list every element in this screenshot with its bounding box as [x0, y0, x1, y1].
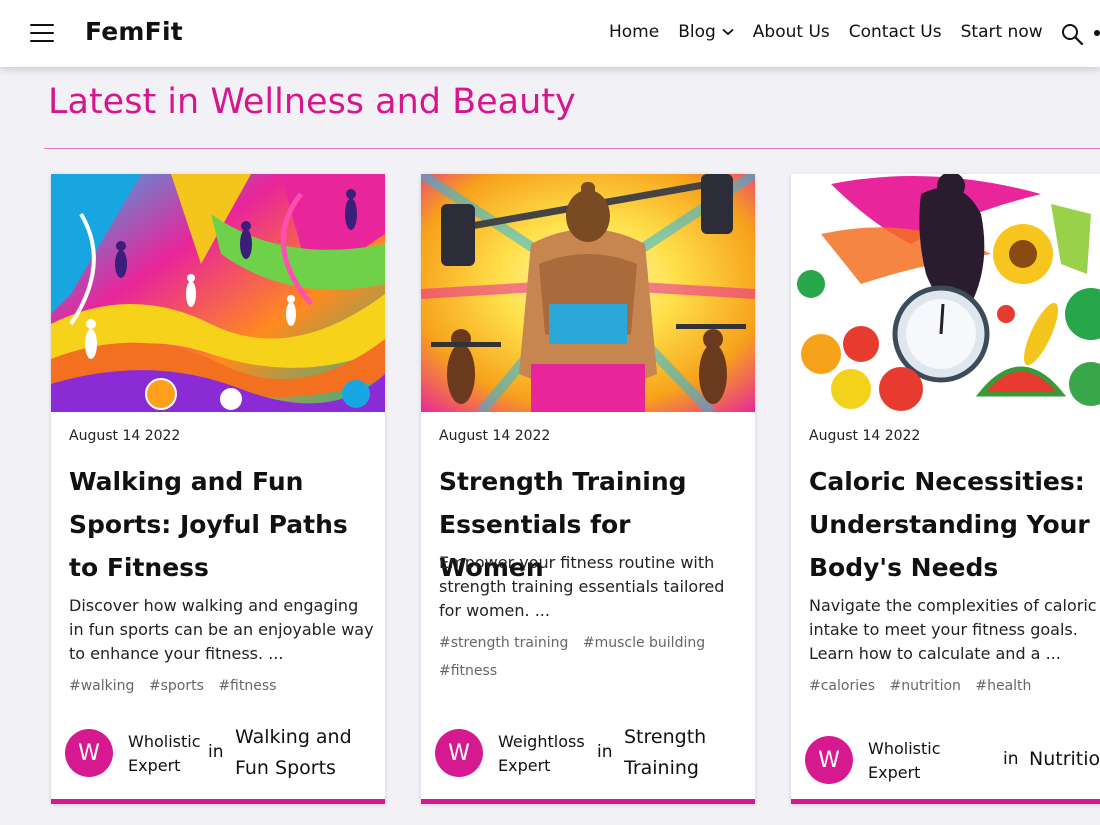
tag-health[interactable]: #health [975, 678, 1031, 694]
card-title[interactable]: Walking and Fun Sports: Joyful Paths to … [69, 460, 369, 589]
card-image-strength-training[interactable] [421, 174, 755, 412]
in-word: in [208, 742, 224, 762]
card-tags: #walking #sports #fitness [69, 672, 369, 700]
more-dot-icon[interactable] [1094, 30, 1100, 36]
in-word: in [1003, 749, 1019, 769]
nav-contact[interactable]: Contact Us [849, 22, 942, 42]
author-name[interactable]: Wholistic Expert [868, 737, 948, 785]
tag-sports[interactable]: #sports [149, 678, 204, 694]
menu-icon[interactable] [30, 22, 54, 44]
nav-about[interactable]: About Us [753, 22, 830, 42]
tag-calories[interactable]: #calories [809, 678, 875, 694]
section-title: Latest in Wellness and Beauty [48, 82, 576, 122]
card-excerpt: Navigate the complexities of caloric int… [809, 596, 1097, 663]
nav-home[interactable]: Home [609, 22, 659, 42]
nav-start-label: Start now [960, 22, 1043, 42]
card-category[interactable]: Walking and Fun Sports [235, 722, 375, 784]
card-category[interactable]: Nutrition [1029, 744, 1100, 775]
author-name[interactable]: Wholistic Expert [128, 730, 208, 778]
card-category[interactable]: Strength Training [624, 722, 734, 784]
in-word: in [597, 742, 613, 762]
card-excerpt: Empower your fitness routine with streng… [439, 553, 725, 620]
tag-muscle-building[interactable]: #muscle building [583, 635, 705, 651]
section-divider [44, 148, 1100, 149]
tag-strength-training[interactable]: #strength training [439, 635, 568, 651]
nav-start-now[interactable]: Start now [961, 22, 1043, 42]
nav-home-label: Home [609, 22, 660, 42]
main-nav: Home Blog About Us Contact Us Start now [609, 22, 1043, 42]
card-title[interactable]: Caloric Necessities: Understanding Your … [809, 460, 1099, 589]
tag-walking[interactable]: #walking [69, 678, 134, 694]
nav-about-label: About Us [752, 22, 830, 42]
card-excerpt: Discover how walking and engaging in fun… [69, 596, 374, 663]
card-tags: #strength training #muscle building #fit… [439, 629, 739, 685]
card-tags: #calories #nutrition #health [809, 672, 1100, 700]
card-image-walking-sports[interactable] [51, 174, 385, 412]
article-card-walking[interactable]: August 14 2022 Walking and Fun Sports: J… [51, 174, 385, 804]
tag-fitness[interactable]: #fitness [439, 663, 497, 679]
search-icon[interactable] [1060, 22, 1084, 46]
nav-blog[interactable]: Blog [678, 22, 734, 42]
site-logo[interactable]: FemFit [85, 17, 183, 46]
card-date: August 14 2022 [809, 428, 921, 444]
tag-fitness[interactable]: #fitness [218, 678, 276, 694]
tag-nutrition[interactable]: #nutrition [889, 678, 960, 694]
card-date: August 14 2022 [69, 428, 181, 444]
site-header: FemFit Home Blog About Us Contact Us Sta… [0, 0, 1100, 67]
author-name[interactable]: Weightloss Expert [498, 730, 588, 778]
chevron-down-icon [722, 28, 734, 36]
article-card-caloric[interactable]: August 14 2022 Caloric Necessities: Unde… [791, 174, 1100, 804]
card-date: August 14 2022 [439, 428, 551, 444]
author-avatar[interactable]: W [805, 736, 853, 784]
author-avatar[interactable]: W [435, 729, 483, 777]
article-card-strength[interactable]: August 14 2022 Strength Training Essenti… [421, 174, 755, 804]
author-avatar[interactable]: W [65, 729, 113, 777]
nav-contact-label: Contact Us [848, 22, 942, 42]
card-image-caloric-necessities[interactable] [791, 174, 1100, 412]
nav-blog-label: Blog [678, 22, 716, 42]
